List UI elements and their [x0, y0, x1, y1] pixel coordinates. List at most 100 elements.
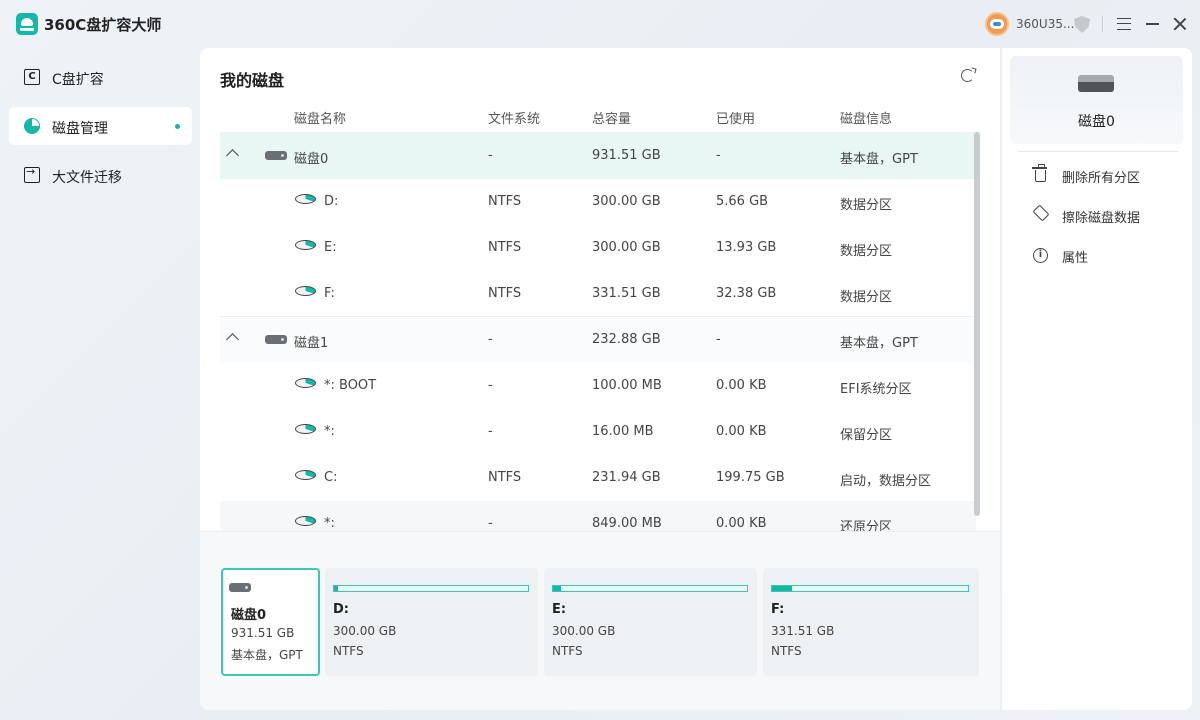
disk-row[interactable]: 磁盘1 - 232.88 GB - 基本盘，GPT — [220, 317, 976, 363]
cell-name: *: — [324, 424, 335, 439]
card-fs: NTFS — [333, 644, 364, 658]
wipe-disk-button[interactable]: 擦除磁盘数据 — [1028, 204, 1178, 228]
partition-card[interactable]: E: 300.00 GB NTFS — [544, 568, 757, 676]
card-name: 磁盘0 — [231, 608, 267, 623]
partition-icon — [295, 424, 316, 440]
column-header-total: 总容量 — [592, 112, 632, 127]
partition-row[interactable]: *: - 16.00 MB 0.00 KB 保留分区 — [220, 409, 976, 455]
minimize-icon[interactable] — [1146, 23, 1159, 25]
user-name[interactable]: 360U35... — [1016, 17, 1074, 31]
cell-name: E: — [324, 240, 337, 255]
active-indicator-dot — [175, 124, 180, 129]
action-label: 属性 — [1062, 251, 1089, 266]
close-icon[interactable] — [1172, 16, 1188, 32]
cell-total: 300.00 GB — [592, 194, 661, 209]
partition-card[interactable]: D: 300.00 GB NTFS — [325, 568, 538, 676]
card-size: 300.00 GB — [333, 624, 397, 638]
disk-table: 磁盘0 - 931.51 GB - 基本盘，GPT D: NTFS 300.00 GB 5.66… — [220, 133, 982, 531]
chevron-up-icon[interactable] — [226, 149, 239, 162]
cell-used: 199.75 GB — [716, 470, 785, 485]
cell-info: 数据分区 — [840, 198, 893, 213]
cell-total: 232.88 GB — [592, 332, 661, 347]
cell-name: F: — [324, 286, 335, 301]
partition-icon — [295, 470, 316, 486]
user-avatar[interactable] — [985, 12, 1009, 36]
cell-used: 5.66 GB — [716, 194, 769, 209]
chevron-up-icon[interactable] — [226, 333, 239, 346]
selected-disk-header: 磁盘0 — [1010, 56, 1183, 144]
disk-card[interactable]: 磁盘0 931.51 GB 基本盘，GPT — [221, 568, 320, 676]
disk-icon — [229, 583, 251, 592]
pie-chart-icon — [24, 118, 40, 134]
column-header-fs: 文件系统 — [488, 112, 541, 127]
action-label: 擦除磁盘数据 — [1062, 211, 1141, 226]
menu-icon[interactable] — [1117, 18, 1131, 30]
usage-bar — [771, 585, 969, 592]
partition-row[interactable]: *: - 849.00 MB 0.00 KB 还原分区 — [220, 501, 976, 531]
disk-icon — [265, 151, 287, 160]
partition-row[interactable]: D: NTFS 300.00 GB 5.66 GB 数据分区 — [220, 179, 976, 225]
cell-name: D: — [324, 194, 339, 209]
partition-row[interactable]: F: NTFS 331.51 GB 32.38 GB 数据分区 — [220, 271, 976, 317]
cell-info: 保留分区 — [840, 428, 893, 443]
partition-icon — [295, 240, 316, 256]
cell-total: 331.51 GB — [592, 286, 661, 301]
cell-used: 32.38 GB — [716, 286, 777, 301]
partition-icon — [295, 378, 316, 394]
file-migrate-icon — [24, 165, 40, 183]
disk-icon — [1078, 75, 1114, 95]
properties-button[interactable]: i 属性 — [1028, 244, 1178, 268]
card-size: 931.51 GB — [231, 626, 295, 640]
c-drive-icon: C — [24, 69, 40, 85]
cell-info: 基本盘，GPT — [840, 336, 918, 351]
right-panel: 磁盘0 删除所有分区 擦除磁盘数据 i 属性 — [1001, 48, 1192, 710]
disk-icon — [265, 335, 287, 344]
usage-bar — [333, 585, 529, 592]
trash-icon — [1032, 164, 1047, 182]
sidebar-item-disk-manage[interactable]: 磁盘管理 — [9, 107, 192, 145]
app-title: 360C盘扩容大师 — [44, 16, 162, 34]
info-icon: i — [1033, 248, 1048, 263]
cell-total: 16.00 MB — [592, 424, 654, 439]
usage-bar-fill — [772, 586, 792, 591]
cell-name: 磁盘0 — [294, 152, 329, 167]
cell-info: 数据分区 — [840, 290, 893, 305]
partition-icon — [295, 194, 316, 210]
card-name: D: — [333, 602, 349, 617]
partition-row[interactable]: C: NTFS 231.94 GB 199.75 GB 启动，数据分区 — [220, 455, 976, 501]
action-label: 删除所有分区 — [1062, 171, 1141, 186]
sidebar-item-file-migrate[interactable]: 大文件迁移 — [9, 156, 192, 194]
sidebar-item-label: 磁盘管理 — [52, 121, 108, 137]
partition-row[interactable]: E: NTFS 300.00 GB 13.93 GB 数据分区 — [220, 225, 976, 271]
table-scrollbar[interactable] — [974, 132, 980, 516]
main-panel: 我的磁盘 磁盘名称 文件系统 总容量 已使用 磁盘信息 磁盘0 - 931.51 G… — [200, 48, 1000, 710]
cell-used: - — [716, 148, 721, 163]
selected-disk-name: 磁盘0 — [1078, 114, 1115, 130]
sidebar-item-label: 大文件迁移 — [52, 170, 122, 186]
cell-name: *: — [324, 516, 335, 531]
cell-fs: - — [488, 424, 493, 439]
card-info: 基本盘，GPT — [231, 648, 303, 662]
card-size: 331.51 GB — [771, 624, 835, 638]
disk-row[interactable]: 磁盘0 - 931.51 GB - 基本盘，GPT — [220, 133, 976, 179]
cell-used: 0.00 KB — [716, 378, 767, 393]
cell-info: 启动，数据分区 — [840, 474, 932, 489]
column-header-used: 已使用 — [716, 112, 756, 127]
cell-fs: NTFS — [488, 470, 522, 485]
delete-all-partitions-button[interactable]: 删除所有分区 — [1028, 164, 1178, 188]
cell-fs: NTFS — [488, 194, 522, 209]
cell-total: 231.94 GB — [592, 470, 661, 485]
shield-icon[interactable] — [1074, 16, 1090, 33]
partition-card[interactable]: F: 331.51 GB NTFS — [763, 568, 979, 676]
title-bar: 360C盘扩容大师 360U35... — [0, 0, 1200, 48]
refresh-icon[interactable] — [961, 69, 974, 82]
disk-layout-area: 磁盘0 931.51 GB 基本盘，GPT D: 300.00 GB NTFS … — [200, 531, 1000, 710]
sidebar-item-c-expand[interactable]: C C盘扩容 — [9, 58, 192, 96]
cell-used: 0.00 KB — [716, 516, 767, 531]
usage-bar-fill — [334, 586, 338, 591]
cell-fs: - — [488, 332, 493, 347]
cell-fs: - — [488, 516, 493, 531]
cell-total: 931.51 GB — [592, 148, 661, 163]
cell-used: 13.93 GB — [716, 240, 777, 255]
partition-row[interactable]: *: BOOT - 100.00 MB 0.00 KB EFI系统分区 — [220, 363, 976, 409]
